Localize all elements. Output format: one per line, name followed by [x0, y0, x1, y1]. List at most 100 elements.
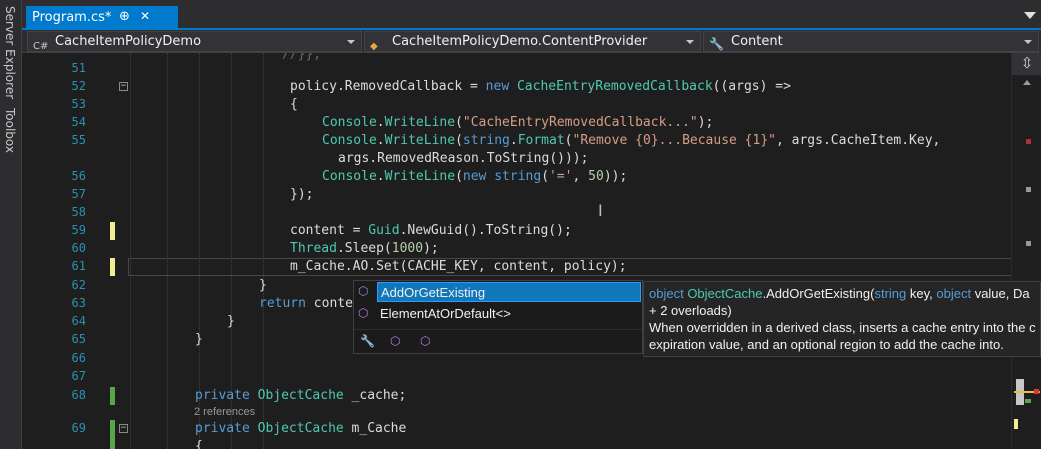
- line-number: 55: [71, 133, 86, 147]
- code-text: {: [195, 439, 203, 449]
- completion-label: AddOrGetExisting: [377, 282, 641, 302]
- code-line[interactable]: 57});: [22, 186, 1011, 204]
- code-line[interactable]: 60 Thread.Sleep(1000);: [22, 240, 1011, 258]
- completion-item-addorgetexisting[interactable]: ⬡ AddOrGetExisting: [354, 282, 642, 302]
- wrench-icon: 🔧: [709, 37, 724, 51]
- completion-item-elementatordefault[interactable]: ⬡ ElementAtOrDefault<>: [354, 304, 642, 324]
- line-number: 69: [71, 421, 86, 435]
- code-line[interactable]: 56 Console.WriteLine(new string('=', 50))…: [22, 168, 1011, 186]
- change-indicator: [110, 420, 115, 438]
- scroll-mark: [1026, 187, 1031, 192]
- code-text: private ObjectCache _cache;: [195, 388, 407, 403]
- change-indicator: [110, 387, 115, 405]
- close-icon[interactable]: ✕: [140, 9, 150, 23]
- code-text: }: [195, 332, 203, 347]
- change-mark: [1025, 399, 1031, 403]
- line-number: 57: [71, 187, 86, 201]
- tooltip-description-line2: expiration value, and an optional region…: [649, 337, 1004, 352]
- tooltip-signature: object ObjectCache.AddOrGetExisting(stri…: [649, 286, 1030, 301]
- server-explorer-tab[interactable]: Server Explorer: [3, 6, 17, 99]
- code-line[interactable]: 53 {: [22, 96, 1011, 114]
- project-dropdown[interactable]: C# CacheItemPolicyDemo: [27, 31, 362, 52]
- chevron-down-icon: [347, 40, 355, 44]
- code-line[interactable]: {: [22, 438, 1011, 449]
- line-number: 53: [71, 97, 86, 111]
- class-dropdown[interactable]: ◆ CacheItemPolicyDemo.ContentProvider: [364, 31, 701, 52]
- code-text: return conte: [259, 296, 353, 311]
- method-icon: ⬡: [358, 284, 369, 298]
- tab-program-cs[interactable]: Program.cs* ⊕ ✕: [26, 6, 178, 30]
- method-filter-icon[interactable]: ⬡: [390, 334, 400, 348]
- change-indicator: [110, 222, 115, 240]
- scroll-up-icon[interactable]: [1023, 80, 1031, 85]
- change-indicator: [110, 438, 115, 449]
- code-text: Console.WriteLine(new string('=', 50));: [322, 169, 628, 184]
- toolbox-tab[interactable]: Toolbox: [3, 108, 17, 153]
- error-mark: [1034, 389, 1039, 394]
- line-number: 52: [71, 79, 86, 93]
- code-text: private ObjectCache m_Cache: [195, 421, 407, 436]
- tab-title: Program.cs*: [32, 10, 112, 25]
- line-number: 68: [71, 388, 86, 402]
- code-text: Console.WriteLine("CacheEntryRemovedCall…: [322, 115, 714, 130]
- class-label: CacheItemPolicyDemo.ContentProvider: [392, 34, 648, 49]
- line-number: 58: [71, 205, 86, 219]
- tab-overflow-icon[interactable]: [1024, 12, 1036, 19]
- document-tab-bar: Program.cs* ⊕ ✕: [22, 0, 1041, 30]
- completion-filter-bar: 🔧 ⬡ ⬡: [354, 329, 642, 353]
- member-label: Content: [731, 34, 783, 49]
- code-line[interactable]: 61 m_Cache.AO.Set(CACHE_KEY, content, pol…: [22, 258, 1011, 276]
- code-line[interactable]: 59 content = Guid.NewGuid().ToString();: [22, 222, 1011, 240]
- line-number: 60: [71, 241, 86, 255]
- code-text: }: [227, 314, 235, 329]
- vertical-scrollbar[interactable]: ⇳: [1011, 53, 1041, 449]
- splitter-icon[interactable]: ⇳: [1012, 53, 1041, 75]
- project-label: CacheItemPolicyDemo: [55, 34, 202, 49]
- extension-method-icon: ⬡: [358, 306, 369, 320]
- wrench-icon[interactable]: 🔧: [360, 334, 375, 348]
- completion-list: ⬡ AddOrGetExisting ⬡ ElementAtOrDefault<…: [353, 280, 643, 354]
- code-text: Thread.Sleep(1000);: [290, 241, 439, 256]
- scroll-mark: [1026, 241, 1031, 246]
- code-text: content = Guid.NewGuid().ToString();: [290, 223, 572, 238]
- change-mark: [1014, 419, 1018, 429]
- navigation-bar: C# CacheItemPolicyDemo ◆ CacheItemPolicy…: [22, 30, 1041, 53]
- code-lens-references[interactable]: 2 references: [194, 406, 255, 418]
- extension-filter-icon[interactable]: ⬡: [420, 334, 430, 348]
- line-number: 61: [71, 259, 86, 273]
- collapse-icon[interactable]: −: [119, 82, 128, 91]
- pin-icon[interactable]: ⊕: [119, 9, 130, 24]
- line-number: 56: [71, 169, 86, 183]
- side-tool-strip: Server Explorer Toolbox: [0, 0, 22, 449]
- error-mark: [1026, 139, 1031, 144]
- member-dropdown[interactable]: 🔧 Content: [703, 31, 1039, 52]
- code-text: Console.WriteLine(string.Format("Remove …: [322, 133, 941, 148]
- code-text: }: [259, 278, 267, 293]
- line-number: 64: [71, 314, 86, 328]
- code-line[interactable]: 52 − policy.RemovedCallback = new CacheEnt…: [22, 78, 1011, 96]
- code-line[interactable]: 67: [22, 368, 1011, 386]
- code-text: {: [290, 97, 298, 112]
- code-line[interactable]: 51: [22, 60, 1011, 78]
- code-line[interactable]: 55 Console.WriteLine(string.Format("Remov…: [22, 132, 1011, 150]
- code-line[interactable]: 54 Console.WriteLine("CacheEntryRemovedCa…: [22, 114, 1011, 132]
- collapse-icon[interactable]: −: [119, 424, 128, 433]
- code-line[interactable]: 68 private ObjectCache _cache;: [22, 387, 1011, 405]
- tooltip-description: When overridden in a derived class, inse…: [649, 320, 1036, 335]
- code-text: });: [290, 187, 314, 202]
- change-indicator: [110, 258, 115, 276]
- code-line[interactable]: 69 − private ObjectCache m_Cache: [22, 420, 1011, 438]
- mouse-ibeam-cursor: I: [598, 201, 603, 220]
- code-text: m_Cache.AO.Set(CACHE_KEY, content, polic…: [290, 259, 627, 274]
- code-line[interactable]: 58: [22, 204, 1011, 222]
- line-number: 63: [71, 296, 86, 310]
- line-number: 65: [71, 332, 86, 346]
- chevron-down-icon: [686, 40, 694, 44]
- tooltip-overloads: + 2 overloads): [649, 303, 732, 318]
- line-number: 62: [71, 278, 86, 292]
- line-number: 66: [71, 351, 86, 365]
- completion-label: ElementAtOrDefault<>: [380, 306, 511, 321]
- code-line[interactable]: args.RemovedReason.ToString()));: [22, 150, 1011, 168]
- quick-info-tooltip: object ObjectCache.AddOrGetExisting(stri…: [643, 281, 1041, 357]
- code-editor[interactable]: //}}; 51 52− policy.RemovedCallback = new …: [22, 53, 1011, 449]
